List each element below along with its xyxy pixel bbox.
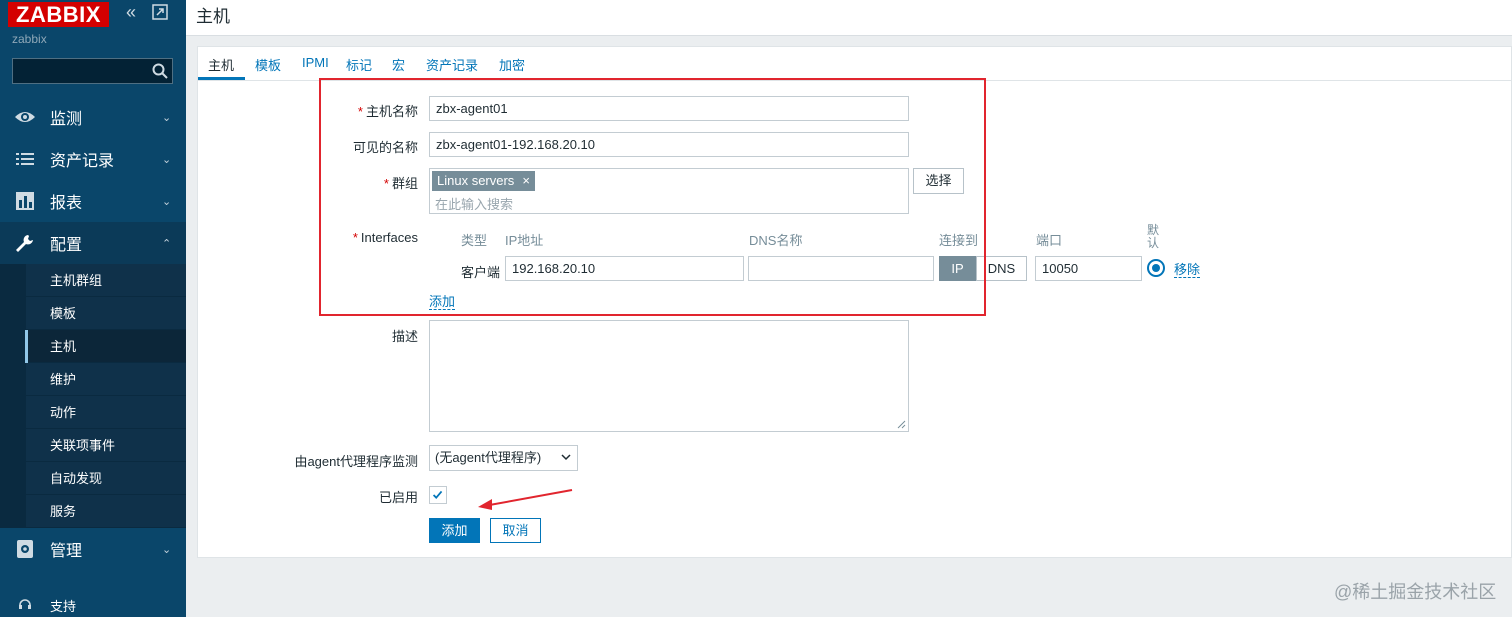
server-name: zabbix (12, 32, 47, 46)
default-interface-radio[interactable] (1147, 259, 1165, 277)
submenu-templates[interactable]: 模板 (26, 297, 186, 330)
menu-label: 资产记录 (50, 153, 115, 170)
host-form-panel: 主机 模板 IPMI 标记 宏 资产记录 加密 (197, 46, 1512, 558)
page-title: 主机 (196, 7, 230, 26)
menu-administration[interactable]: 管理 ⌄ (0, 528, 186, 570)
add-interface-link[interactable]: 添加 (429, 294, 456, 310)
configuration-submenu: 主机群组 模板 主机 维护 动作 关联项事件 自动发现 服务 (0, 264, 186, 528)
gear-icon (17, 540, 33, 558)
tab-macros[interactable]: 宏 (392, 55, 405, 74)
menu-label: 管理 (50, 543, 83, 560)
eye-icon (15, 112, 35, 122)
menu-reports[interactable]: 报表 ⌄ (0, 180, 186, 222)
menu-monitoring[interactable]: 监测 ⌄ (0, 96, 186, 138)
annotation-arrow (478, 489, 573, 510)
chevron-down-icon: ⌄ (162, 153, 172, 166)
support-link[interactable]: 支持 (0, 588, 186, 617)
sidebar-search-input[interactable] (12, 58, 173, 84)
iface-default-header: 默认 (1147, 223, 1160, 250)
bar-chart-icon (16, 192, 34, 210)
group-chip: Linux servers × (432, 171, 535, 191)
remove-chip-icon[interactable]: × (522, 173, 530, 188)
iface-connect-header: 连接到 (939, 233, 979, 248)
tab-tags[interactable]: 标记 (346, 55, 372, 74)
submenu-maintenance[interactable]: 维护 (26, 363, 186, 396)
wrench-icon (16, 235, 33, 252)
groups-label: * 群组 (383, 176, 418, 191)
search-icon[interactable] (151, 62, 169, 80)
cancel-button[interactable]: 取消 (490, 518, 541, 543)
interfaces-label: * Interfaces (352, 230, 418, 245)
tab-inventory[interactable]: 资产记录 (426, 55, 478, 74)
iface-type-agent: 客户端 (460, 265, 500, 280)
tab-host[interactable]: 主机 (208, 55, 234, 74)
connect-ip-toggle[interactable]: IP (939, 256, 976, 281)
chevron-down-icon (561, 454, 571, 461)
tab-encryption[interactable]: 加密 (499, 55, 525, 74)
connect-dns-toggle[interactable]: DNS (976, 256, 1027, 281)
description-textarea[interactable] (429, 320, 909, 432)
header-bar (186, 0, 1512, 36)
iface-port-input[interactable] (1035, 256, 1142, 281)
submenu-event-correlation[interactable]: 关联项事件 (26, 429, 186, 462)
proxy-select[interactable]: (无agent代理程序) (429, 445, 578, 471)
group-chip-label: Linux servers (437, 173, 515, 188)
iface-ip-header: IP地址 (505, 233, 544, 248)
description-label: 描述 (391, 329, 418, 344)
tab-ipmi[interactable]: IPMI (302, 55, 329, 70)
enabled-label: 已启用 (378, 490, 418, 505)
list-icon (16, 153, 34, 165)
headset-icon (19, 599, 31, 609)
chevron-up-icon: ⌃ (162, 237, 172, 250)
logo-row: ZABBIX « (0, 0, 186, 30)
main-menu: 监测 ⌄ 资产记录 ⌄ 报表 ⌄ 配置 ⌃ 主机群组 模板 主机 维护 动作 关… (0, 96, 186, 570)
submenu-hosts[interactable]: 主机 (25, 330, 186, 363)
menu-label: 配置 (50, 237, 83, 254)
collapse-sidebar-icon[interactable]: « (126, 3, 144, 22)
hostname-label: * 主机名称 (357, 104, 418, 119)
kiosk-mode-icon[interactable] (152, 4, 168, 20)
tab-templates[interactable]: 模板 (255, 55, 281, 74)
proxy-selected-value: (无agent代理程序) (435, 450, 542, 465)
enabled-checkbox[interactable] (429, 486, 447, 504)
chevron-down-icon: ⌄ (162, 111, 172, 124)
submenu-discovery[interactable]: 自动发现 (26, 462, 186, 495)
groups-search-placeholder[interactable]: 在此输入搜索 (435, 194, 513, 213)
sidebar: ZABBIX « zabbix 监测 ⌄ 资产记录 ⌄ 报表 ⌄ 配置 ⌃ 主机… (0, 0, 186, 617)
zabbix-logo[interactable]: ZABBIX (8, 2, 109, 27)
menu-inventory[interactable]: 资产记录 ⌄ (0, 138, 186, 180)
iface-port-header: 端口 (1036, 233, 1063, 248)
checkmark-icon (432, 490, 443, 499)
menu-label: 监测 (50, 111, 83, 128)
submenu-host-groups[interactable]: 主机群组 (26, 264, 186, 297)
menu-configuration[interactable]: 配置 ⌃ (0, 222, 186, 264)
iface-dns-input[interactable] (748, 256, 934, 281)
hostname-input[interactable] (429, 96, 909, 121)
chevron-down-icon: ⌄ (162, 543, 172, 556)
watermark: @稀土掘金技术社区 (1334, 582, 1497, 602)
active-tab-indicator (198, 77, 245, 80)
iface-ip-input[interactable] (505, 256, 744, 281)
resize-grip-icon[interactable] (896, 419, 906, 429)
iface-dns-header: DNS名称 (749, 233, 803, 248)
select-groups-button[interactable]: 选择 (913, 168, 964, 194)
remove-interface-link[interactable]: 移除 (1174, 262, 1201, 278)
visible-name-label: 可见的名称 (352, 140, 418, 155)
proxy-label: 由agent代理程序监测 (294, 454, 418, 469)
add-host-button[interactable]: 添加 (429, 518, 480, 543)
support-label: 支持 (50, 599, 77, 614)
menu-label: 报表 (50, 195, 83, 212)
submenu-actions[interactable]: 动作 (26, 396, 186, 429)
tab-bar: 主机 模板 IPMI 标记 宏 资产记录 加密 (198, 47, 1512, 81)
submenu-services[interactable]: 服务 (26, 495, 186, 528)
visible-name-input[interactable] (429, 132, 909, 157)
iface-type-header: 类型 (461, 233, 488, 248)
chevron-down-icon: ⌄ (162, 195, 172, 208)
